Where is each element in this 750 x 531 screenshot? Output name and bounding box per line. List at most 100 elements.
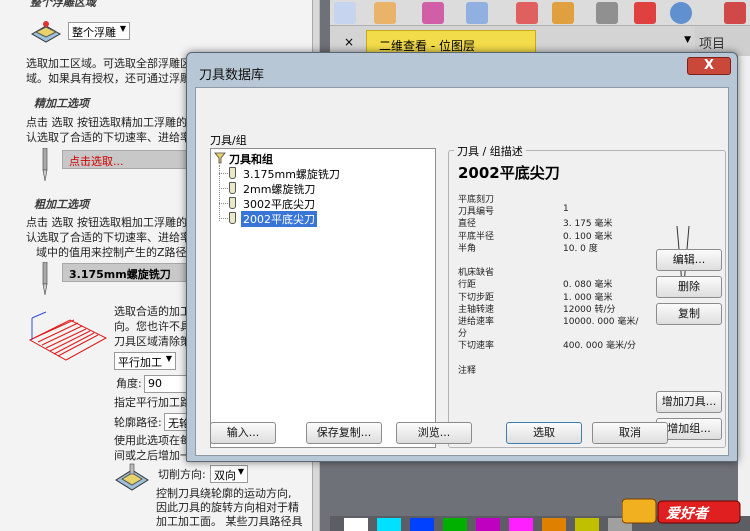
- rough-help-line: 点击 选取 按钮选取粗加工浮雕的: [26, 216, 187, 229]
- finish-tool-select-label: 点击选取...: [69, 155, 124, 168]
- figure-red-icon[interactable]: [516, 2, 538, 24]
- param-value: 0. 100 毫米: [563, 231, 613, 242]
- tool-item-icon: [229, 182, 236, 194]
- watermark-logo: 爱好者: [621, 495, 742, 525]
- strategy-help-line: 刀具区域清除策: [114, 335, 191, 348]
- relief-area-value: 整个浮雕: [72, 26, 116, 39]
- right-side-panel: [738, 56, 750, 531]
- add-tool-button[interactable]: 增加刀具...: [656, 391, 722, 413]
- import-button[interactable]: 输入...: [210, 422, 276, 444]
- tool-item-icon: [229, 167, 236, 179]
- param-label: 机床缺省: [458, 268, 495, 279]
- param-value: 1: [563, 204, 569, 215]
- diamond-icon[interactable]: [724, 2, 746, 24]
- relief-area-icon: [30, 21, 62, 43]
- param-value: 10. 0 度: [563, 243, 598, 254]
- param-label: 进给速率: [458, 317, 495, 327]
- copy-button[interactable]: 复制: [656, 303, 722, 325]
- color-swatch[interactable]: [509, 518, 533, 531]
- cut-direction-select[interactable]: 双向 ▼: [210, 465, 248, 483]
- finish-help-line: 点击 选取 按钮选取精加工浮雕的: [26, 116, 187, 129]
- endmill-icon: [42, 148, 48, 182]
- strategy-help-line: 向。您也许不具: [114, 320, 191, 333]
- cut-direction-value: 双向: [214, 469, 236, 482]
- tools-icon[interactable]: [466, 2, 488, 24]
- tool-database-dialog: 刀具数据库 X 刀具/组 刀具和组 3.175mm螺旋铣刀 2mm螺旋铣刀 3002…: [186, 52, 738, 462]
- figure-gray-icon[interactable]: [596, 2, 618, 24]
- rough-options-title: 粗加工选项: [34, 198, 89, 211]
- color-swatch[interactable]: [542, 518, 566, 531]
- book-icon[interactable]: [422, 2, 444, 24]
- undo-icon[interactable]: [334, 2, 356, 24]
- save-copy-button[interactable]: 保存复制...: [306, 422, 382, 444]
- cancel-button[interactable]: 取消: [592, 422, 668, 444]
- tool-group-icon: [214, 152, 226, 164]
- param-value: 0. 080 毫米: [563, 280, 613, 291]
- param-label: 平底刻刀: [458, 195, 495, 205]
- relief-area-select[interactable]: 整个浮雕 ▼: [68, 22, 130, 40]
- dialog-body: 刀具/组 刀具和组 3.175mm螺旋铣刀 2mm螺旋铣刀 3002平底尖刀 2002…: [195, 87, 729, 456]
- area-help-line: 域。如果具有授权，还可通过浮雕: [26, 72, 191, 85]
- delete-button[interactable]: 删除: [656, 276, 722, 298]
- rough-tool-label: 3.175mm螺旋铣刀: [69, 268, 171, 281]
- color-swatch[interactable]: [344, 518, 368, 531]
- angle-input[interactable]: 90: [144, 375, 192, 393]
- cut-direction-note: 加工加工面。 某些刀具路径具: [156, 515, 303, 528]
- chevron-down-icon[interactable]: ▼: [684, 35, 691, 45]
- tool-name: 2002平底尖刀: [458, 164, 560, 182]
- param-label: 下切速率: [458, 341, 495, 352]
- edit-button[interactable]: 编辑...: [656, 249, 722, 271]
- globe-icon[interactable]: [670, 2, 692, 24]
- tree-root[interactable]: 刀具和组: [227, 151, 275, 167]
- tool-item-icon: [229, 212, 236, 224]
- dialog-close-button[interactable]: X: [687, 57, 731, 75]
- tree-tool-item[interactable]: 3.175mm螺旋铣刀: [241, 166, 342, 182]
- finish-options-title: 精加工选项: [34, 97, 89, 110]
- section-title-area: 整个浮雕区域: [30, 0, 96, 9]
- strategy-help-line: 选取合适的加工: [114, 305, 191, 318]
- rough-help-line: 认选取了合适的下切速率、进给率: [26, 231, 191, 244]
- tree-tool-item[interactable]: 3002平底尖刀: [241, 196, 317, 212]
- color-swatch[interactable]: [476, 518, 500, 531]
- chevron-down-icon: ▼: [119, 24, 126, 33]
- color-swatch[interactable]: [575, 518, 599, 531]
- tree-connector: [219, 218, 228, 219]
- angle-note: 指定平行加工路: [114, 396, 191, 409]
- param-label: 行距: [458, 280, 477, 291]
- color-swatch[interactable]: [410, 518, 434, 531]
- param-label: 平底半径: [458, 231, 495, 242]
- param-value: 1. 000 毫米: [563, 292, 613, 303]
- edit-icon[interactable]: [374, 2, 396, 24]
- select-button[interactable]: 选取: [506, 422, 582, 444]
- color-swatch[interactable]: [443, 518, 467, 531]
- tab-close-icon[interactable]: ×: [344, 35, 354, 49]
- param-label: 刀具编号: [458, 207, 495, 218]
- finish-help-line: 认选取了合适的下切速率、进给率: [26, 131, 191, 144]
- strategy-select[interactable]: 平行加工 ▼: [114, 352, 176, 370]
- cut-direction-note: 因此刀具的旋转方向相对于精: [156, 501, 299, 514]
- tree-connector: [219, 188, 228, 189]
- figure-orange-icon[interactable]: [552, 2, 574, 24]
- strategy-value: 平行加工: [118, 356, 162, 369]
- chevron-down-icon: ▼: [165, 354, 172, 363]
- tree-tool-item[interactable]: 2002平底尖刀: [241, 211, 317, 227]
- cut-direction-label: 切削方向:: [158, 468, 206, 481]
- browse-button[interactable]: 浏览...: [396, 422, 472, 444]
- color-swatch[interactable]: [377, 518, 401, 531]
- tool-description-legend: 刀具 / 组描述: [454, 143, 526, 159]
- watermark-text: 爱好者: [666, 506, 708, 522]
- chevron-down-icon: ▼: [237, 467, 244, 476]
- param-value: 12000 转/分: [563, 304, 616, 315]
- param-label: 主轴转速: [458, 304, 495, 315]
- param-label: 注释: [458, 365, 477, 376]
- angle-value: 90: [148, 377, 162, 390]
- param-value: 3. 175 毫米: [563, 219, 613, 230]
- tool-tree[interactable]: 刀具和组 3.175mm螺旋铣刀 2mm螺旋铣刀 3002平底尖刀 2002平底尖刀: [210, 148, 436, 448]
- contour-note: 间或之后增加一: [114, 449, 191, 462]
- endmill-icon: [42, 262, 48, 296]
- figure-red2-icon[interactable]: [634, 2, 656, 24]
- cut-direction-note: 控制刀具绕轮廓的运动方向,: [156, 487, 292, 500]
- param-value: 400. 000 毫米/分: [563, 341, 636, 352]
- cut-direction-icon: [115, 463, 149, 491]
- tree-tool-item[interactable]: 2mm螺旋铣刀: [241, 181, 317, 197]
